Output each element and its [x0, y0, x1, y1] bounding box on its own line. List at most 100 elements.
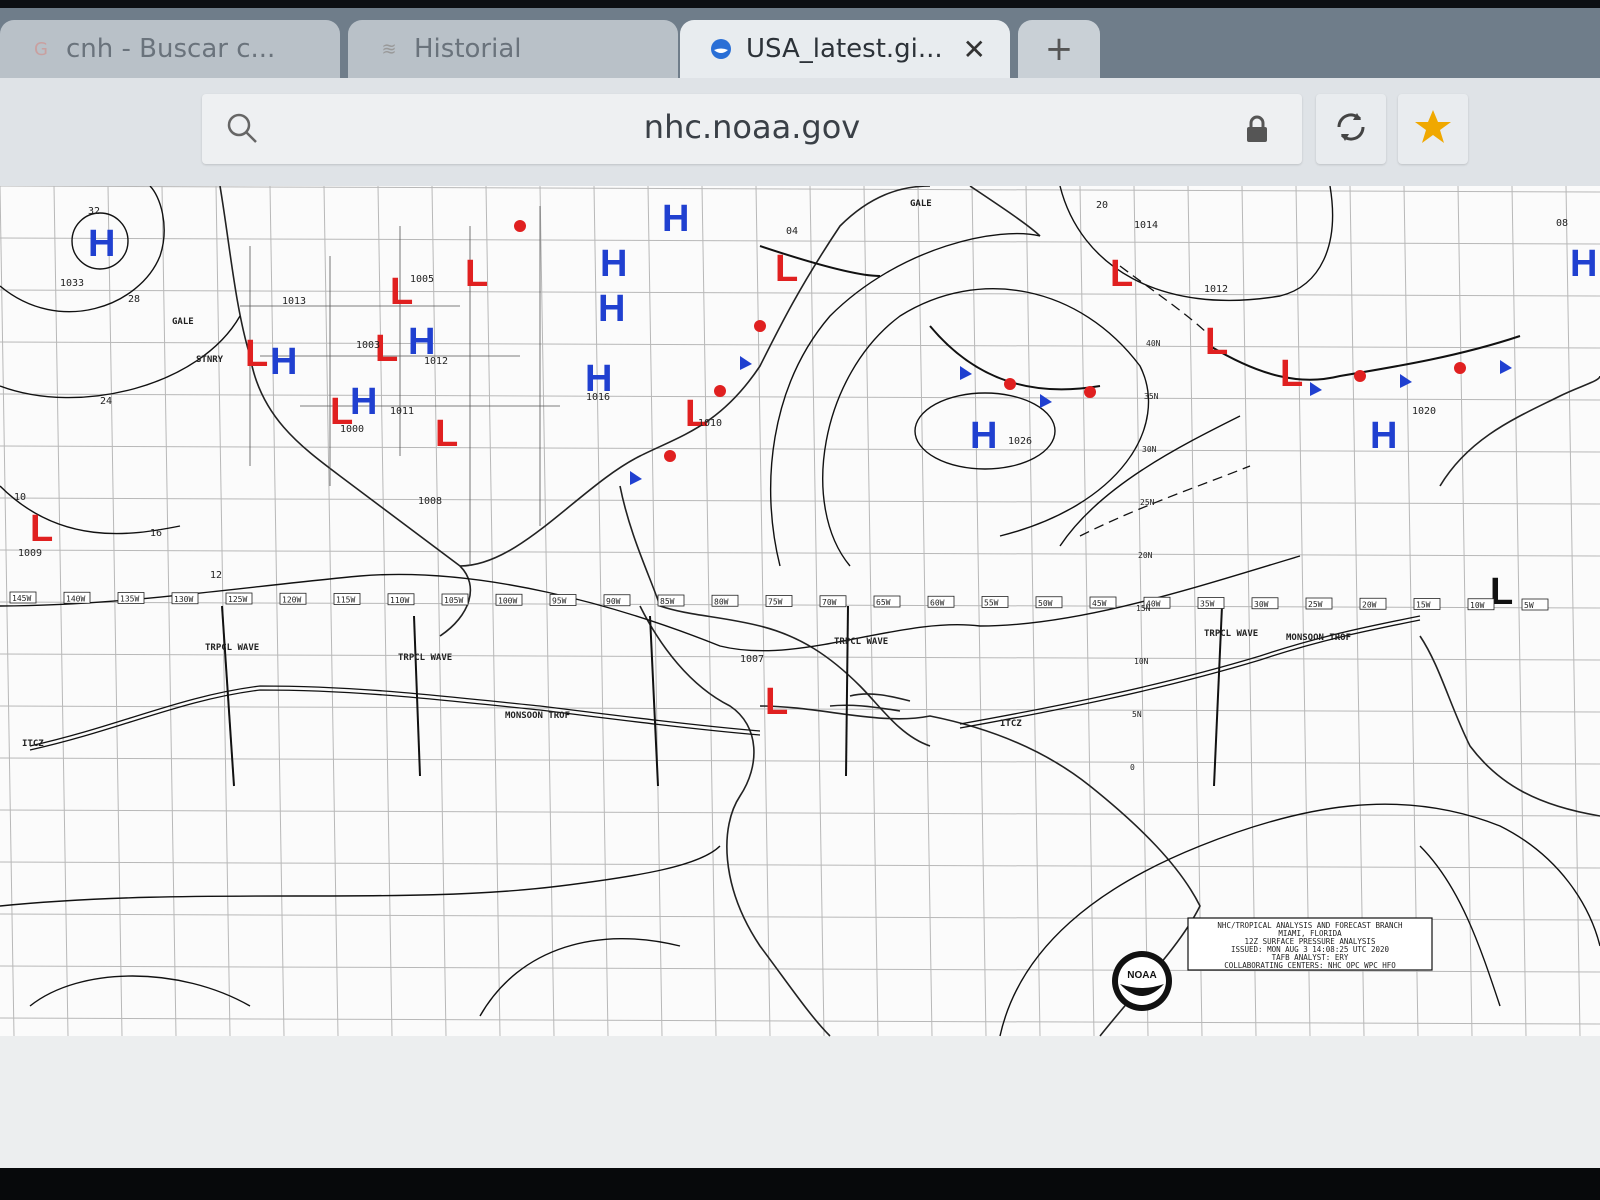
isobar-value: 1016: [586, 392, 610, 403]
toolbar: nhc.noaa.gov: [0, 78, 1600, 186]
low-pressure-marker: L: [765, 681, 788, 723]
monsoon-trough-label: MONSOON TROF: [1286, 633, 1351, 643]
isobar-value: 12: [210, 570, 222, 581]
gale-label: GALE: [172, 317, 194, 327]
latitude-label: 30N: [1142, 445, 1157, 454]
isobar-value: 28: [128, 294, 140, 305]
latitude-label: 10N: [1134, 657, 1149, 666]
screen-bezel: [0, 1168, 1600, 1200]
google-icon: G: [34, 38, 48, 60]
high-pressure-marker: H: [970, 415, 997, 457]
isobar-value: 04: [786, 226, 798, 237]
gale-label: GALE: [910, 199, 932, 209]
tab-history[interactable]: ≋ Historial: [348, 20, 678, 78]
noaa-icon: [710, 38, 732, 60]
isobar-value: 1008: [418, 496, 442, 507]
longitude-label: 100W: [498, 596, 517, 605]
low-pressure-marker: L: [245, 333, 268, 375]
longitude-label: 80W: [714, 597, 729, 606]
bookmark-button[interactable]: [1398, 94, 1468, 164]
longitude-label: 125W: [228, 595, 247, 604]
low-pressure-marker: L: [1205, 321, 1228, 363]
longitude-label: 25W: [1308, 600, 1323, 609]
tropical-wave-label: TRPCL WAVE: [834, 637, 888, 647]
tropical-wave-label: TRPCL WAVE: [398, 653, 452, 663]
high-pressure-marker: H: [1370, 415, 1397, 457]
isobar-value: 24: [100, 396, 112, 407]
isobar-value: 1013: [282, 296, 306, 307]
pressure-value: 1005: [410, 274, 434, 285]
low-pressure-marker: L: [465, 253, 488, 295]
longitude-label: 95W: [552, 597, 567, 606]
tab-label: Historial: [414, 34, 522, 64]
latitude-label: 25N: [1140, 498, 1155, 507]
address-bar[interactable]: nhc.noaa.gov: [202, 94, 1302, 164]
longitude-label: 30W: [1254, 600, 1269, 609]
tab-label: USA_latest.gi...: [746, 34, 943, 64]
lock-icon: [1244, 114, 1270, 148]
low-pressure-marker: L: [1280, 353, 1303, 395]
pressure-value: 1014: [1134, 220, 1158, 231]
longitude-label: 145W: [12, 594, 31, 603]
new-tab-button[interactable]: +: [1018, 20, 1100, 78]
latitude-label: 15N: [1136, 604, 1151, 613]
longitude-label: 70W: [822, 598, 837, 607]
pressure-value: 1020: [1412, 406, 1436, 417]
reload-icon: [1331, 107, 1371, 151]
longitude-label: 90W: [606, 597, 621, 606]
reload-button[interactable]: [1316, 94, 1386, 164]
low-pressure-marker: L: [30, 508, 53, 550]
itcz-label: ITCZ: [22, 739, 44, 749]
page-content: H 1033 H 1026 H 1020 H H H H H H H H L 1…: [0, 186, 1600, 1168]
longitude-label: 10W: [1470, 601, 1485, 610]
legend-line: COLLABORATING CENTERS: NHC OPC WPC HFO: [1224, 961, 1396, 970]
isobar-value: 1011: [390, 406, 414, 417]
high-pressure-marker: H: [598, 288, 625, 330]
browser-window: G cnh - Buscar c... ≋ Historial USA_late…: [0, 8, 1600, 1168]
history-icon: ≋: [381, 38, 397, 60]
close-tab-icon[interactable]: ✕: [963, 33, 986, 66]
longitude-label: 20W: [1362, 600, 1377, 609]
tab-usa-latest[interactable]: USA_latest.gi... ✕: [680, 20, 1010, 78]
isobar-value: 20: [1096, 200, 1108, 211]
high-pressure-marker: H: [600, 243, 627, 285]
pressure-value: 1012: [1204, 284, 1228, 295]
star-icon: [1413, 107, 1453, 151]
isobar-value: 1003: [356, 340, 380, 351]
longitude-label: 130W: [174, 595, 193, 604]
high-pressure-marker: H: [662, 198, 689, 240]
low-pressure-marker: L: [1110, 253, 1133, 295]
longitude-label: 55W: [984, 599, 999, 608]
noaa-logo-text: NOAA: [1127, 970, 1156, 981]
longitude-label: 120W: [282, 595, 301, 604]
pressure-value: 1000: [340, 424, 364, 435]
stationary-front-label: STNRY: [196, 355, 224, 365]
longitude-label: 50W: [1038, 599, 1053, 608]
tab-google-search[interactable]: G cnh - Buscar c...: [0, 20, 340, 78]
longitude-label: 75W: [768, 598, 783, 607]
high-pressure-marker: H: [270, 341, 297, 383]
isobar-value: 1012: [424, 356, 448, 367]
latitude-label: 20N: [1138, 551, 1153, 560]
high-pressure-marker: H: [350, 381, 377, 423]
longitude-label: 35W: [1200, 600, 1215, 609]
tropical-wave-label: TRPCL WAVE: [205, 643, 259, 653]
longitude-label: 85W: [660, 597, 675, 606]
longitude-label: 140W: [66, 594, 85, 603]
analysis-legend-box: NHC/TROPICAL ANALYSIS AND FORECAST BRANC…: [1187, 917, 1433, 971]
latitude-label: 35N: [1144, 392, 1159, 401]
longitude-label: 135W: [120, 595, 139, 604]
latitude-label: 40N: [1146, 339, 1161, 348]
pressure-value: 1033: [60, 278, 84, 289]
latitude-label: 5N: [1132, 710, 1142, 719]
pressure-value: 1009: [18, 548, 42, 559]
isobar-value: 10: [14, 492, 26, 503]
pressure-value: 1026: [1008, 436, 1032, 447]
url-text: nhc.noaa.gov: [643, 108, 861, 146]
high-pressure-marker: H: [1570, 243, 1597, 285]
longitude-label: 110W: [390, 596, 409, 605]
longitude-label: 15W: [1416, 601, 1431, 610]
tropical-wave-label: TRPCL WAVE: [1204, 629, 1258, 639]
longitude-label: 45W: [1092, 599, 1107, 608]
isobar-value: 08: [1556, 218, 1568, 229]
